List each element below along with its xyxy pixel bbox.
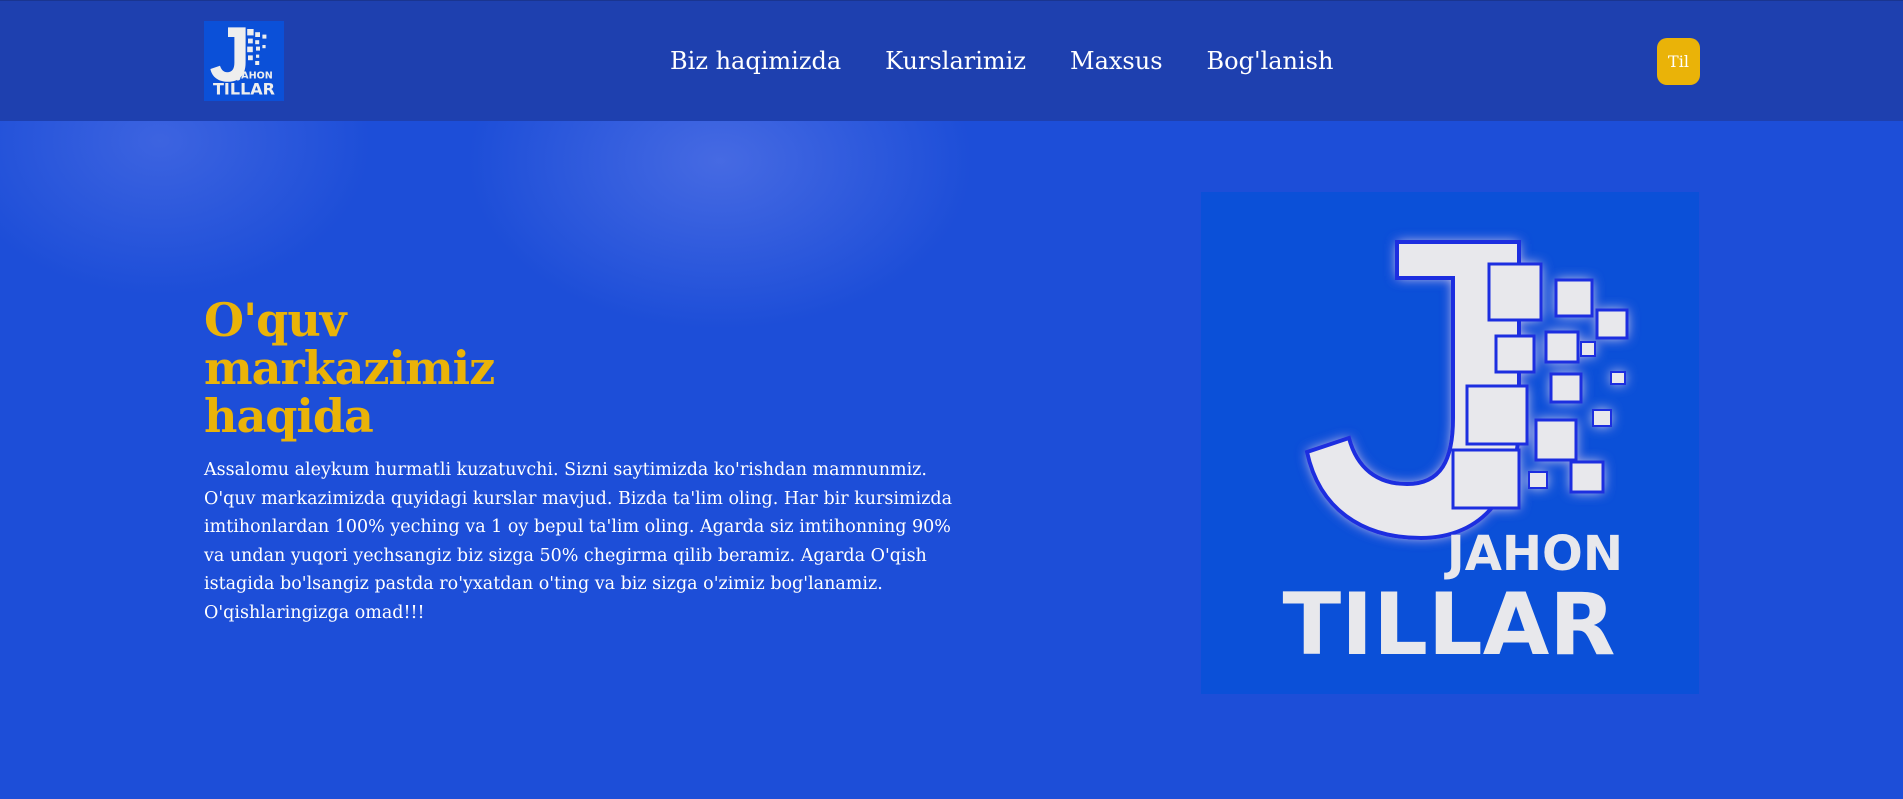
jahon-tillar-logo-icon[interactable]: JAHON TILLAR	[204, 21, 284, 101]
jahon-tillar-logo-large-icon: JAHON TILLAR	[1201, 192, 1699, 694]
logo-line2: TILLAR	[213, 80, 275, 99]
hero-title: O'quv markazimiz haqida	[204, 293, 495, 443]
nav-link-boglanish[interactable]: Bog'lanish	[1207, 45, 1334, 77]
hero-description: Assalomu aleykum hurmatli kuzatuvchi. Si…	[204, 460, 953, 623]
logo-line2: TILLAR	[1282, 575, 1615, 675]
nav-link-biz-haqimizda[interactable]: Biz haqimizda	[670, 45, 841, 77]
nav-link-maxsus[interactable]: Maxsus	[1070, 45, 1163, 77]
language-button[interactable]: Til	[1657, 38, 1700, 85]
nav-link-kurslarimiz[interactable]: Kurslarimiz	[885, 45, 1026, 77]
logo-line1: JAHON	[1444, 526, 1623, 582]
site-header: JAHON TILLAR Biz haqimizda Kurslarimiz M…	[0, 0, 1903, 121]
main-nav: Biz haqimizda Kurslarimiz Maxsus Bog'lan…	[670, 45, 1333, 77]
